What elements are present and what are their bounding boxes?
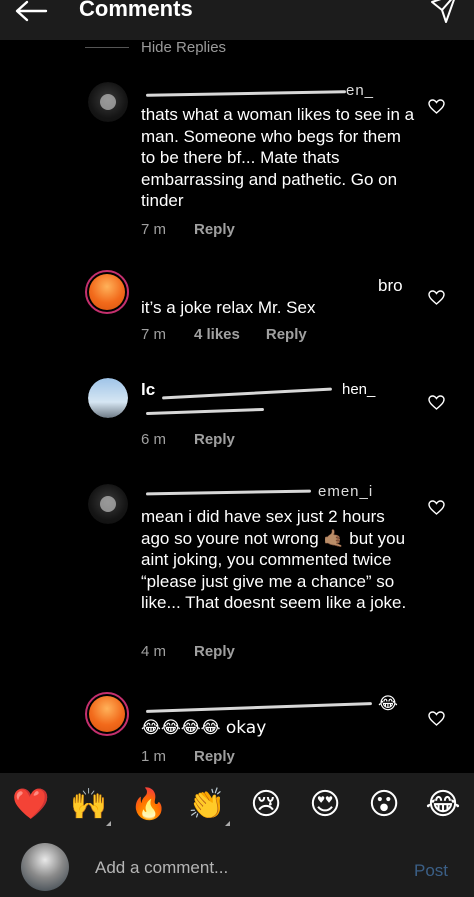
crying-face-emoji[interactable]: 😢 xyxy=(248,787,284,823)
comment-text: 😂😂😂😂 okay xyxy=(141,718,267,738)
avatar-image xyxy=(88,378,128,418)
skin-tone-indicator-icon xyxy=(225,821,230,826)
red-heart-emoji[interactable]: ❤️ xyxy=(12,787,49,823)
like-heart-icon[interactable] xyxy=(428,290,445,305)
comment-meta: 1 m Reply xyxy=(141,748,235,765)
raising-hands-emoji[interactable]: 🙌 xyxy=(70,787,107,823)
comment-username[interactable]: emen_i xyxy=(318,483,373,500)
scribbled-username xyxy=(162,387,332,400)
like-heart-icon[interactable] xyxy=(428,500,445,515)
fire-emoji[interactable]: 🔥 xyxy=(130,787,167,823)
avatar[interactable] xyxy=(85,692,129,736)
page-title: Comments xyxy=(79,0,193,21)
avatar-image xyxy=(88,82,128,122)
comment-time: 1 m xyxy=(141,748,167,765)
comment-input[interactable] xyxy=(95,858,395,878)
comment-text: it’s a joke relax Mr. Sex xyxy=(141,298,316,317)
comment-username[interactable]: lc xyxy=(141,380,155,400)
heart-eyes-emoji[interactable]: 😍 xyxy=(307,787,343,823)
avatar[interactable] xyxy=(88,484,128,524)
hide-replies-button[interactable]: Hide Replies xyxy=(85,38,226,56)
comment-meta: 4 m Reply xyxy=(141,643,235,660)
current-user-avatar xyxy=(21,843,69,891)
comment-meta: 7 m 4 likes Reply xyxy=(141,326,307,343)
send-icon[interactable] xyxy=(428,0,458,24)
like-heart-icon[interactable] xyxy=(428,711,445,726)
clapping-hands-emoji[interactable]: 👏 xyxy=(188,787,225,823)
back-arrow-icon[interactable] xyxy=(14,0,48,22)
avatar-image xyxy=(89,696,125,732)
comment-username-suffix[interactable]: hen_ xyxy=(342,381,375,398)
hide-replies-label: Hide Replies xyxy=(141,38,227,56)
comment-time: 6 m xyxy=(141,431,167,448)
comment-username[interactable]: 😂 xyxy=(378,694,398,714)
comment-time: 4 m xyxy=(141,643,167,660)
post-button[interactable]: Post xyxy=(414,861,448,881)
scribbled-username xyxy=(145,90,347,97)
comment-time: 7 m xyxy=(141,326,167,343)
scribbled-username xyxy=(145,489,312,496)
thread-line xyxy=(85,46,129,48)
reply-button[interactable]: Reply xyxy=(194,431,235,448)
reply-button[interactable]: Reply xyxy=(194,643,235,660)
comment-meta: 6 m Reply xyxy=(141,431,235,448)
like-heart-icon[interactable] xyxy=(428,99,445,114)
scribbled-username xyxy=(146,702,372,713)
likes-count[interactable]: 4 likes xyxy=(194,326,240,343)
avatar[interactable] xyxy=(85,270,129,314)
comment-text: mean i did have sex just 2 hours ago so … xyxy=(141,507,407,612)
scribbled-text xyxy=(145,407,265,416)
comment-text: thats what a woman likes to see in a man… xyxy=(141,105,415,210)
tears-of-joy-emoji[interactable]: 😂 xyxy=(425,787,461,823)
reply-button[interactable]: Reply xyxy=(194,221,235,238)
surprised-face-emoji[interactable]: 😮 xyxy=(366,787,402,823)
reply-button[interactable]: Reply xyxy=(266,326,307,343)
like-heart-icon[interactable] xyxy=(428,395,445,410)
comment-meta: 7 m Reply xyxy=(141,221,235,238)
avatar-image xyxy=(89,274,125,310)
reply-button[interactable]: Reply xyxy=(194,748,235,765)
top-bar: Comments xyxy=(0,0,474,40)
comment-time: 7 m xyxy=(141,221,167,238)
skin-tone-indicator-icon xyxy=(106,821,111,826)
avatar-image xyxy=(88,484,128,524)
comment-username[interactable]: bro xyxy=(378,276,403,296)
comment-username[interactable]: en_ xyxy=(346,82,374,99)
emoji-reaction-bar: ❤️ 🙌 🔥 👏 😢 😍 😮 😂 xyxy=(0,773,474,835)
avatar[interactable] xyxy=(88,82,128,122)
comment-composer: Post xyxy=(0,835,474,897)
avatar[interactable] xyxy=(88,378,128,418)
